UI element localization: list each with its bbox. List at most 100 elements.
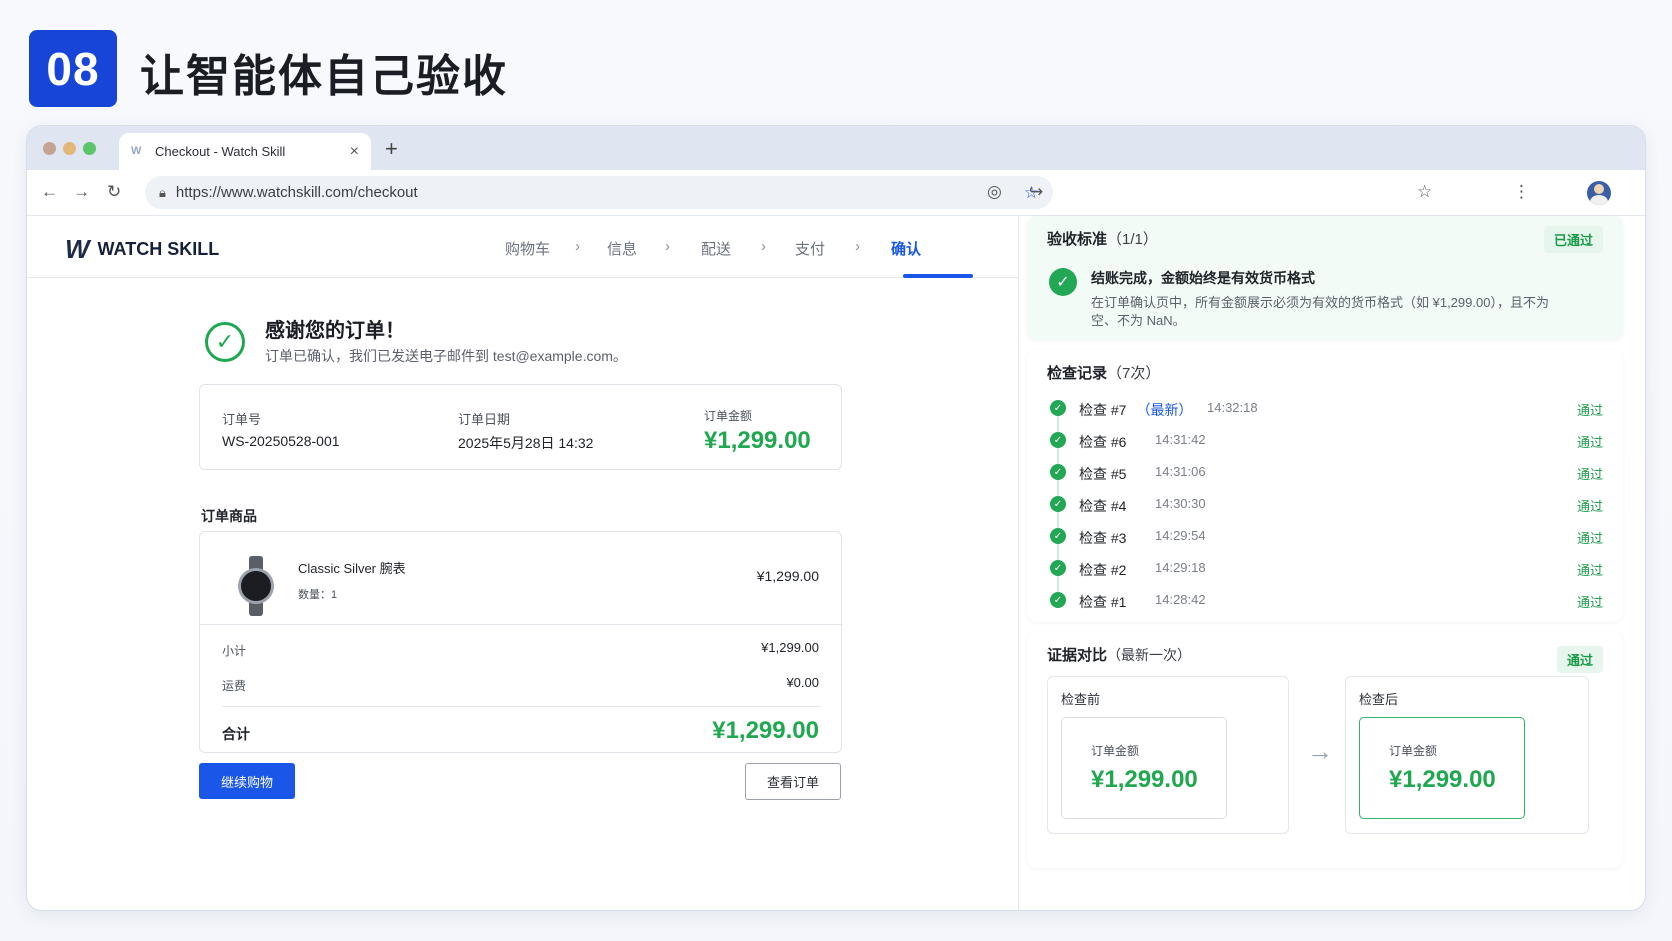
profile-avatar[interactable] [1587,181,1611,205]
record-check-icon: ✓ [1050,432,1066,448]
new-tab-button[interactable]: + [385,136,398,162]
step-info[interactable]: 信息 [607,238,637,259]
criteria-item-desc: 在订单确认页中，所有金额展示必须为有效的货币格式（如 ¥1,299.00），且不… [1091,295,1549,328]
product-name: Classic Silver 腕表 [298,561,406,576]
evidence-status-badge: 通过 [1556,646,1603,673]
order-no-label: 订单号 [222,412,262,427]
slide-number: 08 [29,30,117,107]
tab-bar: W Checkout - Watch Skill × + [27,126,1645,170]
reload-icon[interactable]: ↻ [107,182,121,202]
before-amount-label: 订单金额 [1091,744,1140,758]
thanks-subtitle: 订单已确认，我们已发送电子邮件到 test@example.com。 [265,348,627,364]
record-check-icon: ✓ [1050,496,1066,512]
url-field[interactable]: 🔒︎ https://www.watchskill.com/checkout ☆ [145,176,1053,209]
divider [222,706,821,707]
criteria-title: 验收标准（1/1） [1047,231,1158,248]
record-label: 检查 #7 （最新） [1079,402,1193,418]
after-label: 检查后 [1359,692,1399,707]
chevron-right-icon: › [665,238,670,255]
record-time: 14:31:06 [1155,464,1206,479]
record-time: 14:29:18 [1155,560,1206,575]
continue-shopping-button[interactable]: 继续购物 [199,763,295,799]
brand-name: WATCH SKILL [97,239,220,259]
record-time: 14:30:30 [1155,496,1206,511]
record-label: 检查 #4 [1079,498,1127,514]
after-amount-box: 订单金额 ¥1,299.00 [1359,717,1525,819]
maximize-window-dot[interactable] [83,142,96,155]
before-label: 检查前 [1061,692,1101,707]
back-arrow-icon[interactable]: ← [41,182,58,202]
record-status: 通过 [1576,499,1603,514]
checkout-page: W WATCH SKILL 购物车 › 信息 › 配送 › 支付 › 确认 ✓ … [27,216,1037,910]
address-bar: ← → ↻ 🔒︎ https://www.watchskill.com/chec… [27,170,1645,216]
after-amount: ¥1,299.00 [1389,766,1496,793]
items-section-title: 订单商品 [201,508,257,524]
site-favicon-icon: W [131,144,142,157]
share-icon[interactable]: ↪ [1029,182,1043,202]
chevron-right-icon: › [855,238,860,255]
order-date-label: 订单日期 [458,412,511,427]
record-check-icon: ✓ [1050,592,1066,608]
order-amount-label: 订单金额 [704,409,753,423]
evidence-before-card: 检查前 订单金额 ¥1,299.00 [1047,676,1289,834]
minimize-window-dot[interactable] [63,142,76,155]
step-shipping[interactable]: 配送 [701,238,731,259]
record-time: 14:28:42 [1155,592,1206,607]
browser-tab[interactable]: W Checkout - Watch Skill × [119,133,371,170]
record-status: 通过 [1576,435,1603,450]
menu-dots-icon[interactable]: ⋮ [1513,182,1530,202]
record-check-icon: ✓ [1050,560,1066,576]
product-price: ¥1,299.00 [756,568,819,584]
record-label: 检查 #2 [1079,562,1127,578]
record-status: 通过 [1576,595,1603,610]
order-items-card: Classic Silver 腕表 数量：1 ¥1,299.00 小计 ¥1,2… [199,531,842,753]
step-payment[interactable]: 支付 [795,238,825,259]
evidence-title: 证据对比（最新一次） [1047,647,1192,664]
url-text: https://www.watchskill.com/checkout [175,184,418,201]
chevron-right-icon: › [575,238,580,255]
record-status: 通过 [1576,403,1603,418]
before-amount: ¥1,299.00 [1091,766,1198,793]
forward-arrow-icon[interactable]: → [73,182,90,202]
order-amount: ¥1,299.00 [704,427,811,454]
step-cart[interactable]: 购物车 [505,238,550,259]
shipping-label: 运费 [222,679,247,693]
browser-window: W Checkout - Watch Skill × + ← → ↻ 🔒︎ ht… [26,125,1646,911]
criteria-check-icon: ✓ [1049,268,1077,296]
site-logo[interactable]: W WATCH SKILL [65,234,219,265]
screenshot-icon[interactable]: ◎ [987,182,1002,202]
subtotal-label: 小计 [222,644,247,658]
record-check-icon: ✓ [1050,400,1066,416]
record-check-icon: ✓ [1050,464,1066,480]
product-quantity: 数量：1 [298,589,338,601]
record-label: 检查 #5 [1079,466,1127,482]
active-step-indicator [903,274,973,278]
close-window-dot[interactable] [43,142,56,155]
shipping-value: ¥0.00 [786,675,819,690]
tab-title: Checkout - Watch Skill [155,144,286,159]
subtotal-value: ¥1,299.00 [761,640,819,655]
chevron-right-icon: › [761,238,766,255]
slide-title: 让智能体自己验收 [140,51,508,102]
lock-icon: 🔒︎ [159,184,166,200]
record-label: 检查 #3 [1079,530,1127,546]
record-time: 14:32:18 [1207,400,1258,415]
after-amount-label: 订单金额 [1389,744,1438,758]
step-confirm[interactable]: 确认 [891,238,921,259]
order-date: 2025年5月28日 14:32 [458,435,594,451]
evidence-card: 证据对比（最新一次） 通过 检查前 订单金额 ¥1,299.00 → 检查后 订… [1027,632,1623,868]
success-check-icon: ✓ [205,322,245,362]
evidence-after-card: 检查后 订单金额 ¥1,299.00 [1345,676,1589,834]
record-time: 14:29:54 [1155,528,1206,543]
bookmarks-star-icon[interactable]: ☆ [1417,182,1432,202]
thanks-title: 感谢您的订单！ [265,320,405,342]
latest-tag: （最新） [1136,402,1193,418]
before-amount-box: 订单金额 ¥1,299.00 [1061,717,1227,819]
site-header: W WATCH SKILL 购物车 › 信息 › 配送 › 支付 › 确认 [27,216,1037,278]
record-status: 通过 [1576,531,1603,546]
watch-skill-logo-icon: W [65,234,90,264]
total-value: ¥1,299.00 [712,717,819,744]
tab-close-icon[interactable]: × [350,143,359,161]
total-label: 合计 [222,726,250,742]
view-order-button[interactable]: 查看订单 [745,763,841,800]
